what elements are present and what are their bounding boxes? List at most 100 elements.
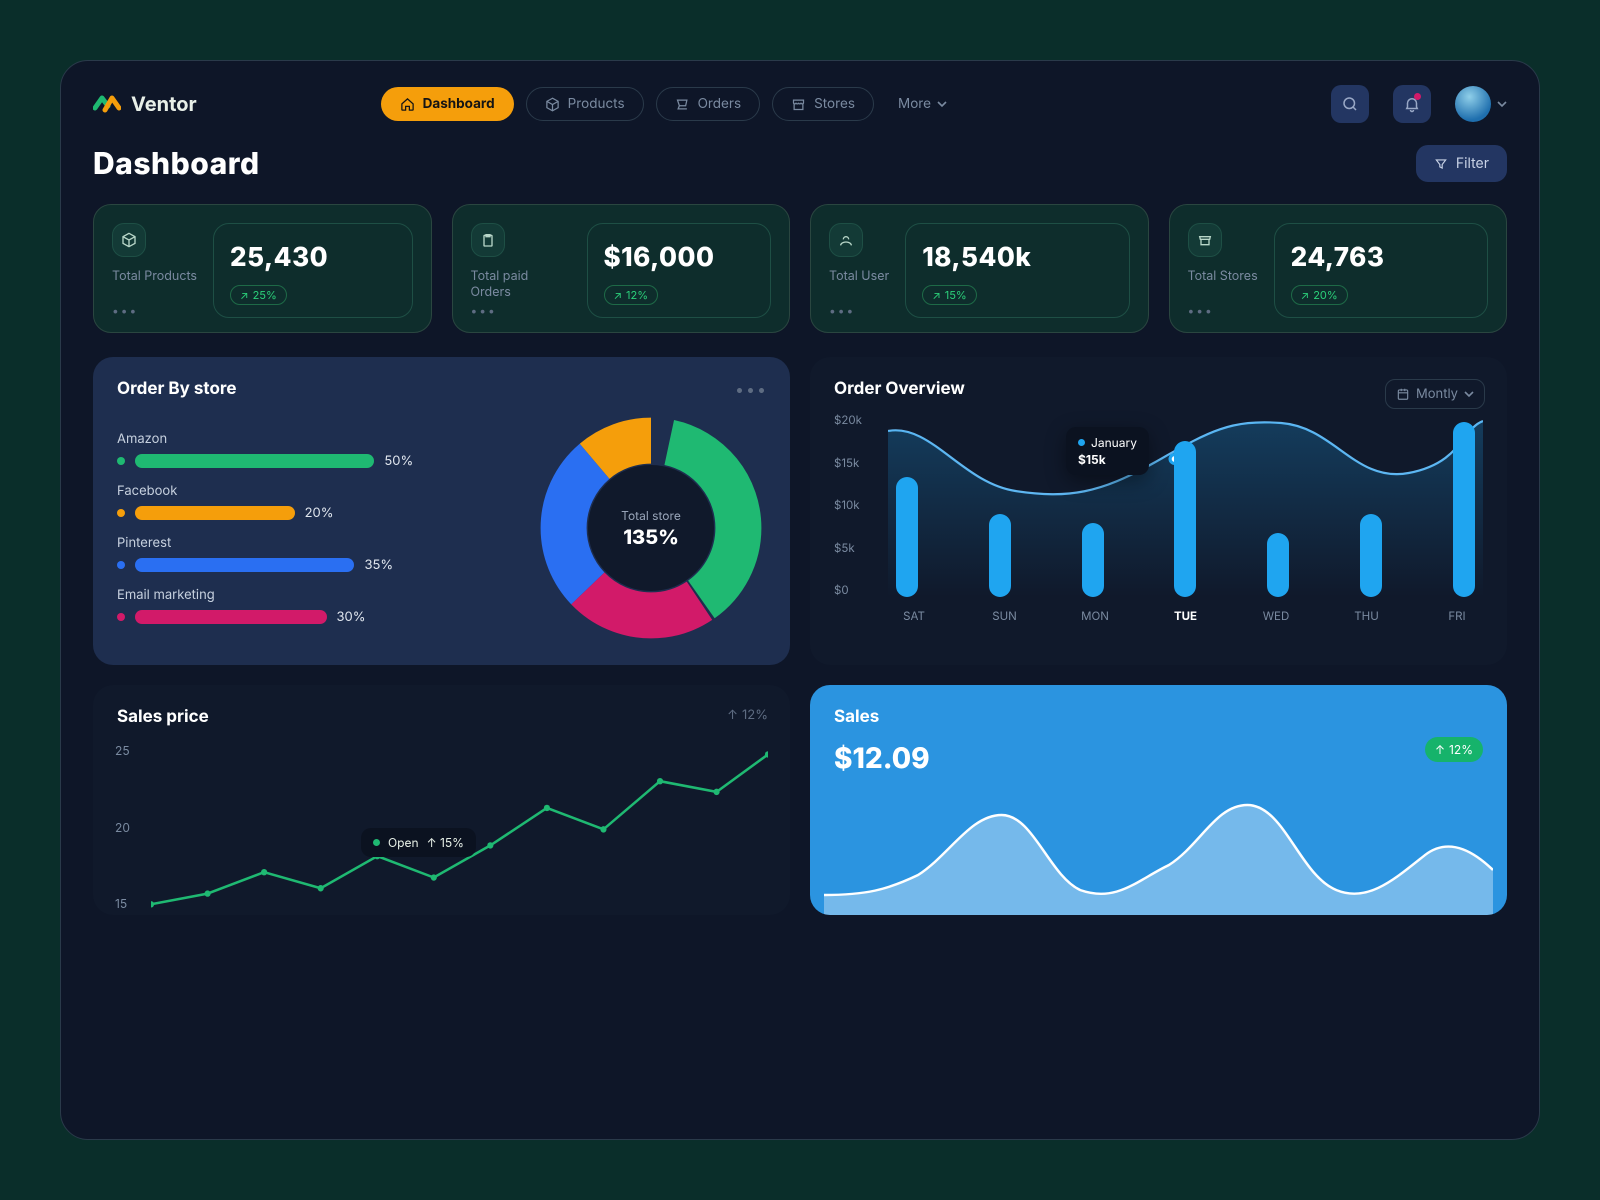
nav-label: Orders <box>698 96 742 112</box>
order-overview-panel: Order Overview Montly $20k $15k $10k $5k… <box>810 357 1507 665</box>
nav-label: Stores <box>814 96 855 112</box>
stat-value: 18,540k <box>922 242 1112 273</box>
middle-row: Order By store ••• Amazon 50% Facebook <box>93 357 1507 665</box>
stat-value: 24,763 <box>1291 242 1471 273</box>
avatar <box>1455 86 1491 122</box>
store-pct: 30% <box>337 609 366 625</box>
store-pct: 35% <box>364 557 393 573</box>
sales-panel: Sales $12.09 ↑ 12% <box>810 685 1507 915</box>
panel-title: Sales price <box>117 707 766 727</box>
notifications-button[interactable] <box>1393 85 1431 123</box>
nav-stores[interactable]: Stores <box>772 87 874 121</box>
nav-orders[interactable]: Orders <box>656 87 761 121</box>
bar <box>1267 533 1289 597</box>
store-row-amazon: Amazon 50% <box>117 431 516 469</box>
x-axis: SAT SUN MON TUE WED THU FRI <box>888 609 1483 623</box>
tooltip-delta: ↑ 15% <box>427 835 464 850</box>
filter-button[interactable]: Filter <box>1416 145 1507 182</box>
users-icon <box>829 223 863 257</box>
sales-price-tooltip: Open ↑ 15% <box>361 828 476 857</box>
stat-delta: ↗ 12% <box>604 285 659 305</box>
stat-delta: ↗ 20% <box>1291 285 1348 305</box>
stat-label: Total Stores <box>1188 269 1258 285</box>
stat-delta: ↗ 15% <box>922 285 977 305</box>
store-pct: 20% <box>305 505 334 521</box>
profile-menu[interactable] <box>1455 86 1507 122</box>
stat-menu[interactable]: ••• <box>1188 303 1214 318</box>
sales-price-delta: ↑ 12% <box>727 707 768 723</box>
chart-tooltip: January $15k <box>1066 427 1149 475</box>
stat-label: Total Products <box>112 269 197 285</box>
bar <box>1082 523 1104 597</box>
search-icon <box>1341 95 1359 113</box>
chevron-down-icon <box>1464 389 1474 399</box>
search-button[interactable] <box>1331 85 1369 123</box>
legend-dot-icon <box>117 509 125 517</box>
shop-icon <box>1188 223 1222 257</box>
donut-chart: Total store 135% <box>536 413 766 643</box>
stat-value: $16,000 <box>604 242 755 273</box>
nav-more[interactable]: More <box>886 87 959 121</box>
stat-value: 25,430 <box>230 242 395 273</box>
tooltip-label: Open <box>388 835 419 850</box>
tooltip-dot-icon <box>1078 439 1085 446</box>
brand-name: Ventor <box>131 92 197 116</box>
tooltip-label: January <box>1091 435 1137 450</box>
nav-more-label: More <box>898 96 931 112</box>
store-name: Pinterest <box>117 535 516 551</box>
overview-bars <box>888 413 1483 597</box>
legend-dot-icon <box>117 561 125 569</box>
stat-menu[interactable]: ••• <box>471 303 497 318</box>
filter-label: Filter <box>1456 155 1489 172</box>
stat-menu[interactable]: ••• <box>112 303 138 318</box>
bar <box>1174 441 1196 597</box>
period-selector[interactable]: Montly <box>1385 379 1485 409</box>
panel-title: Sales <box>834 707 1483 727</box>
y-axis: 25 20 15 <box>115 743 130 911</box>
sales-delta-badge: ↑ 12% <box>1425 737 1483 762</box>
store-list: Amazon 50% Facebook 20% <box>117 431 516 625</box>
stat-label: Total paid Orders <box>471 269 571 302</box>
legend-dot-icon <box>117 613 125 621</box>
topbar: Ventor Dashboard Products Orders Stores … <box>93 85 1507 123</box>
bar <box>989 514 1011 597</box>
home-icon <box>400 97 415 112</box>
store-name: Facebook <box>117 483 516 499</box>
page-title: Dashboard <box>93 146 260 182</box>
bottom-row: Sales price ↑ 12% 25 20 15 <box>93 685 1507 915</box>
store-name: Amazon <box>117 431 516 447</box>
store-row-email: Email marketing 30% <box>117 587 516 625</box>
stat-total-products: Total Products 25,430 ↗ 25% ••• <box>93 204 432 333</box>
store-row-pinterest: Pinterest 35% <box>117 535 516 573</box>
cube-icon <box>112 223 146 257</box>
brand-logo-icon <box>93 90 121 118</box>
tooltip-dot-icon <box>373 839 380 846</box>
stat-total-stores: Total Stores 24,763 ↗ 20% ••• <box>1169 204 1508 333</box>
nav-label: Dashboard <box>423 96 495 112</box>
sales-wave <box>824 795 1493 915</box>
sales-price-line <box>151 733 768 915</box>
overview-chart: $20k $15k $10k $5k $0 <box>834 413 1483 623</box>
y-axis: $20k $15k $10k $5k $0 <box>834 413 880 597</box>
nav-products[interactable]: Products <box>526 87 644 121</box>
chevron-down-icon <box>937 99 947 109</box>
stat-total-paid-orders: Total paid Orders $16,000 ↗ 12% ••• <box>452 204 791 333</box>
donut-center-value: 135% <box>623 525 679 549</box>
brand: Ventor <box>93 90 197 118</box>
store-pct: 50% <box>384 453 413 469</box>
stat-label: Total User <box>829 269 889 285</box>
calendar-icon <box>1396 387 1410 401</box>
nav-label: Products <box>568 96 625 112</box>
box-icon <box>545 97 560 112</box>
panel-menu[interactable]: ••• <box>735 379 768 399</box>
nav-dashboard[interactable]: Dashboard <box>381 87 514 121</box>
stat-menu[interactable]: ••• <box>829 303 855 318</box>
sales-amount: $12.09 <box>834 741 1483 775</box>
order-by-store-panel: Order By store ••• Amazon 50% Facebook <box>93 357 790 665</box>
page-header: Dashboard Filter <box>93 145 1507 182</box>
store-bar <box>135 454 374 468</box>
chevron-down-icon <box>1497 99 1507 109</box>
bar <box>896 477 918 597</box>
period-label: Montly <box>1416 386 1458 402</box>
bar <box>1360 514 1382 597</box>
